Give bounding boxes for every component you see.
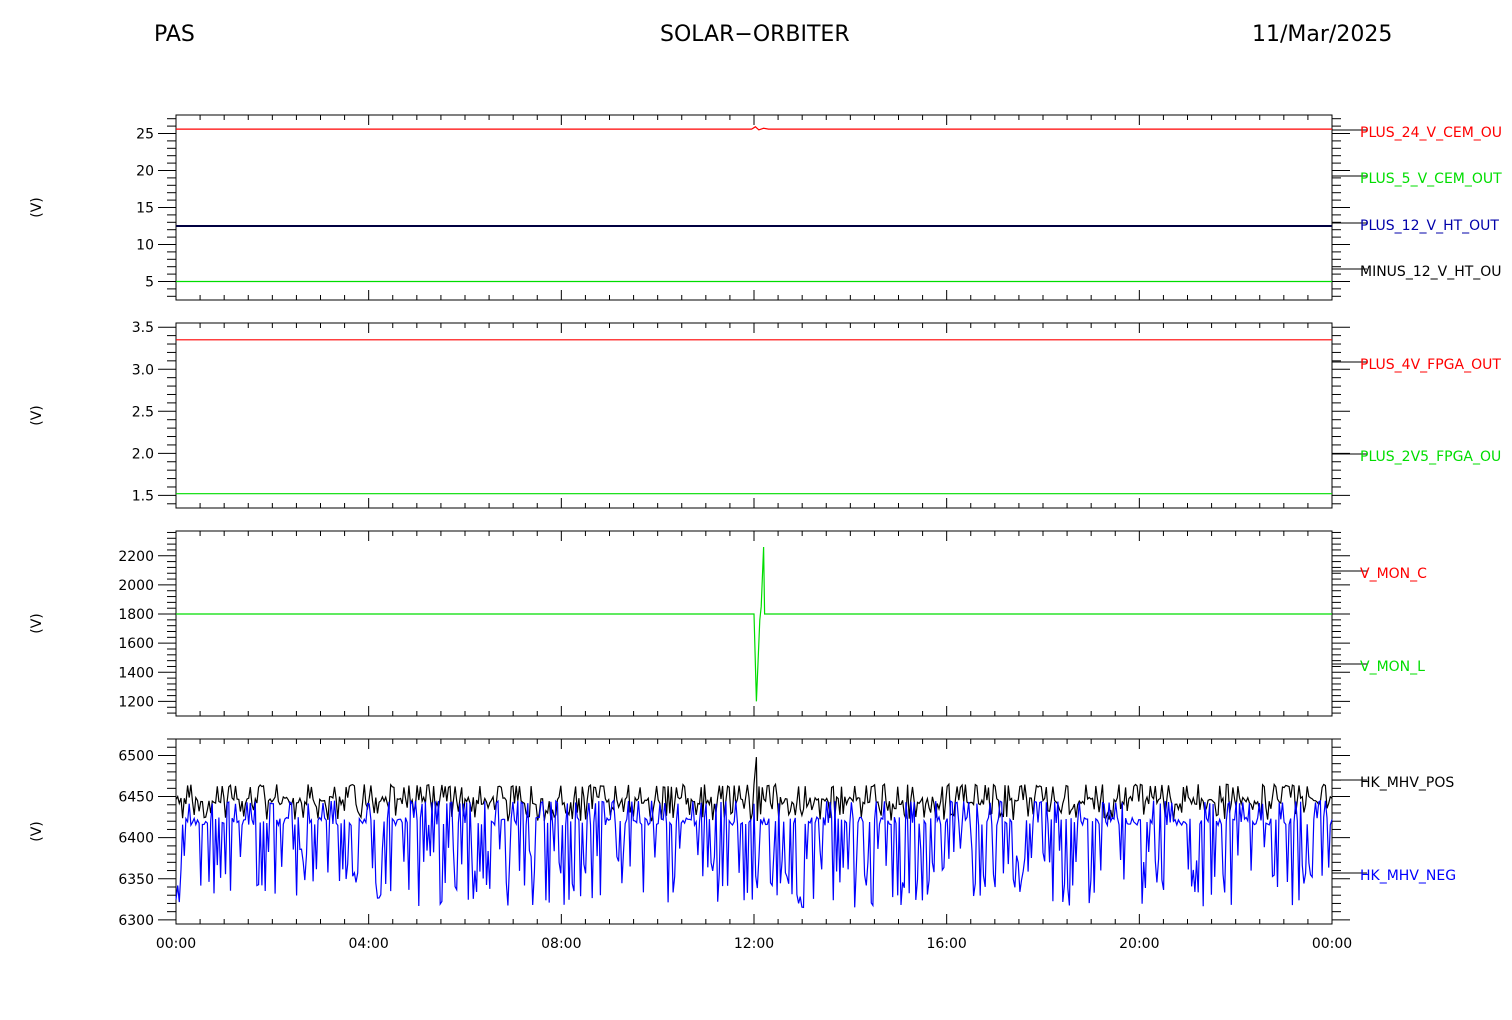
y-tick-label: 6350 <box>118 872 154 888</box>
series-line-v_mon_l <box>176 546 1332 702</box>
y-tick-label: 5 <box>145 275 154 291</box>
legend-label: PLUS_24_V_CEM_OU <box>1360 125 1502 141</box>
x-tick-label: 00:00 <box>1312 936 1352 952</box>
y-axis-label: (V) <box>29 821 45 842</box>
x-tick-label: 20:00 <box>1119 936 1159 952</box>
y-tick-label: 1800 <box>118 607 154 623</box>
y-tick-label: 6300 <box>118 913 154 929</box>
housekeeping-chart: 5 10 15 20 25 (V) PLUS_24_V_CEM_OU PLUS_5_V_CEM… <box>29 114 1502 952</box>
x-tick-label: 12:00 <box>734 936 774 952</box>
panel-2-frame <box>175 322 1333 509</box>
legend-label: PLUS_2V5_FPGA_OU <box>1360 449 1501 465</box>
y-tick-label: 15 <box>136 201 154 217</box>
legend-label: PLUS_5_V_CEM_OUT <box>1360 171 1502 187</box>
legend-label: MINUS_12_V_HT_OU <box>1360 264 1502 280</box>
y-tick-label: 2200 <box>118 549 154 565</box>
y-tick-label: 25 <box>136 127 154 143</box>
y-tick-label: 6500 <box>118 748 154 764</box>
y-tick-label: 20 <box>136 164 154 180</box>
legend-label: V_MON_L <box>1360 659 1425 675</box>
series-line-hk_mhv_neg <box>175 799 1333 909</box>
x-tick-label: 16:00 <box>926 936 966 952</box>
x-tick-label: 04:00 <box>348 936 388 952</box>
y-tick-label: 1.5 <box>132 488 154 504</box>
legend-label: PLUS_12_V_HT_OUT <box>1360 218 1499 234</box>
y-tick-label: 6450 <box>118 790 154 806</box>
legend-label: PLUS_4V_FPGA_OUT <box>1360 357 1501 373</box>
y-tick-label: 1200 <box>118 694 154 710</box>
panel-1-frame <box>175 114 1333 301</box>
y-tick-label: 6400 <box>118 831 154 847</box>
y-tick-label: 2.0 <box>132 446 154 462</box>
legend-label: HK_MHV_NEG <box>1360 868 1456 884</box>
y-tick-label: 2.5 <box>132 404 154 420</box>
y-tick-label: 3.0 <box>132 362 154 378</box>
y-tick-label: 10 <box>136 238 154 254</box>
legend-label: HK_MHV_POS <box>1360 775 1454 791</box>
y-tick-label: 2000 <box>118 578 154 594</box>
y-axis-label: (V) <box>29 613 45 634</box>
x-tick-label: 08:00 <box>541 936 581 952</box>
y-tick-label: 1400 <box>118 665 154 681</box>
y-tick-label: 3.5 <box>132 320 154 336</box>
y-axis-label: (V) <box>29 405 45 426</box>
series-line-plus_24_v_cem_ou <box>176 126 1332 131</box>
x-tick-label: 00:00 <box>156 936 196 952</box>
y-axis-label: (V) <box>29 197 45 218</box>
legend-label: V_MON_C <box>1360 566 1427 582</box>
y-tick-label: 1600 <box>118 636 154 652</box>
